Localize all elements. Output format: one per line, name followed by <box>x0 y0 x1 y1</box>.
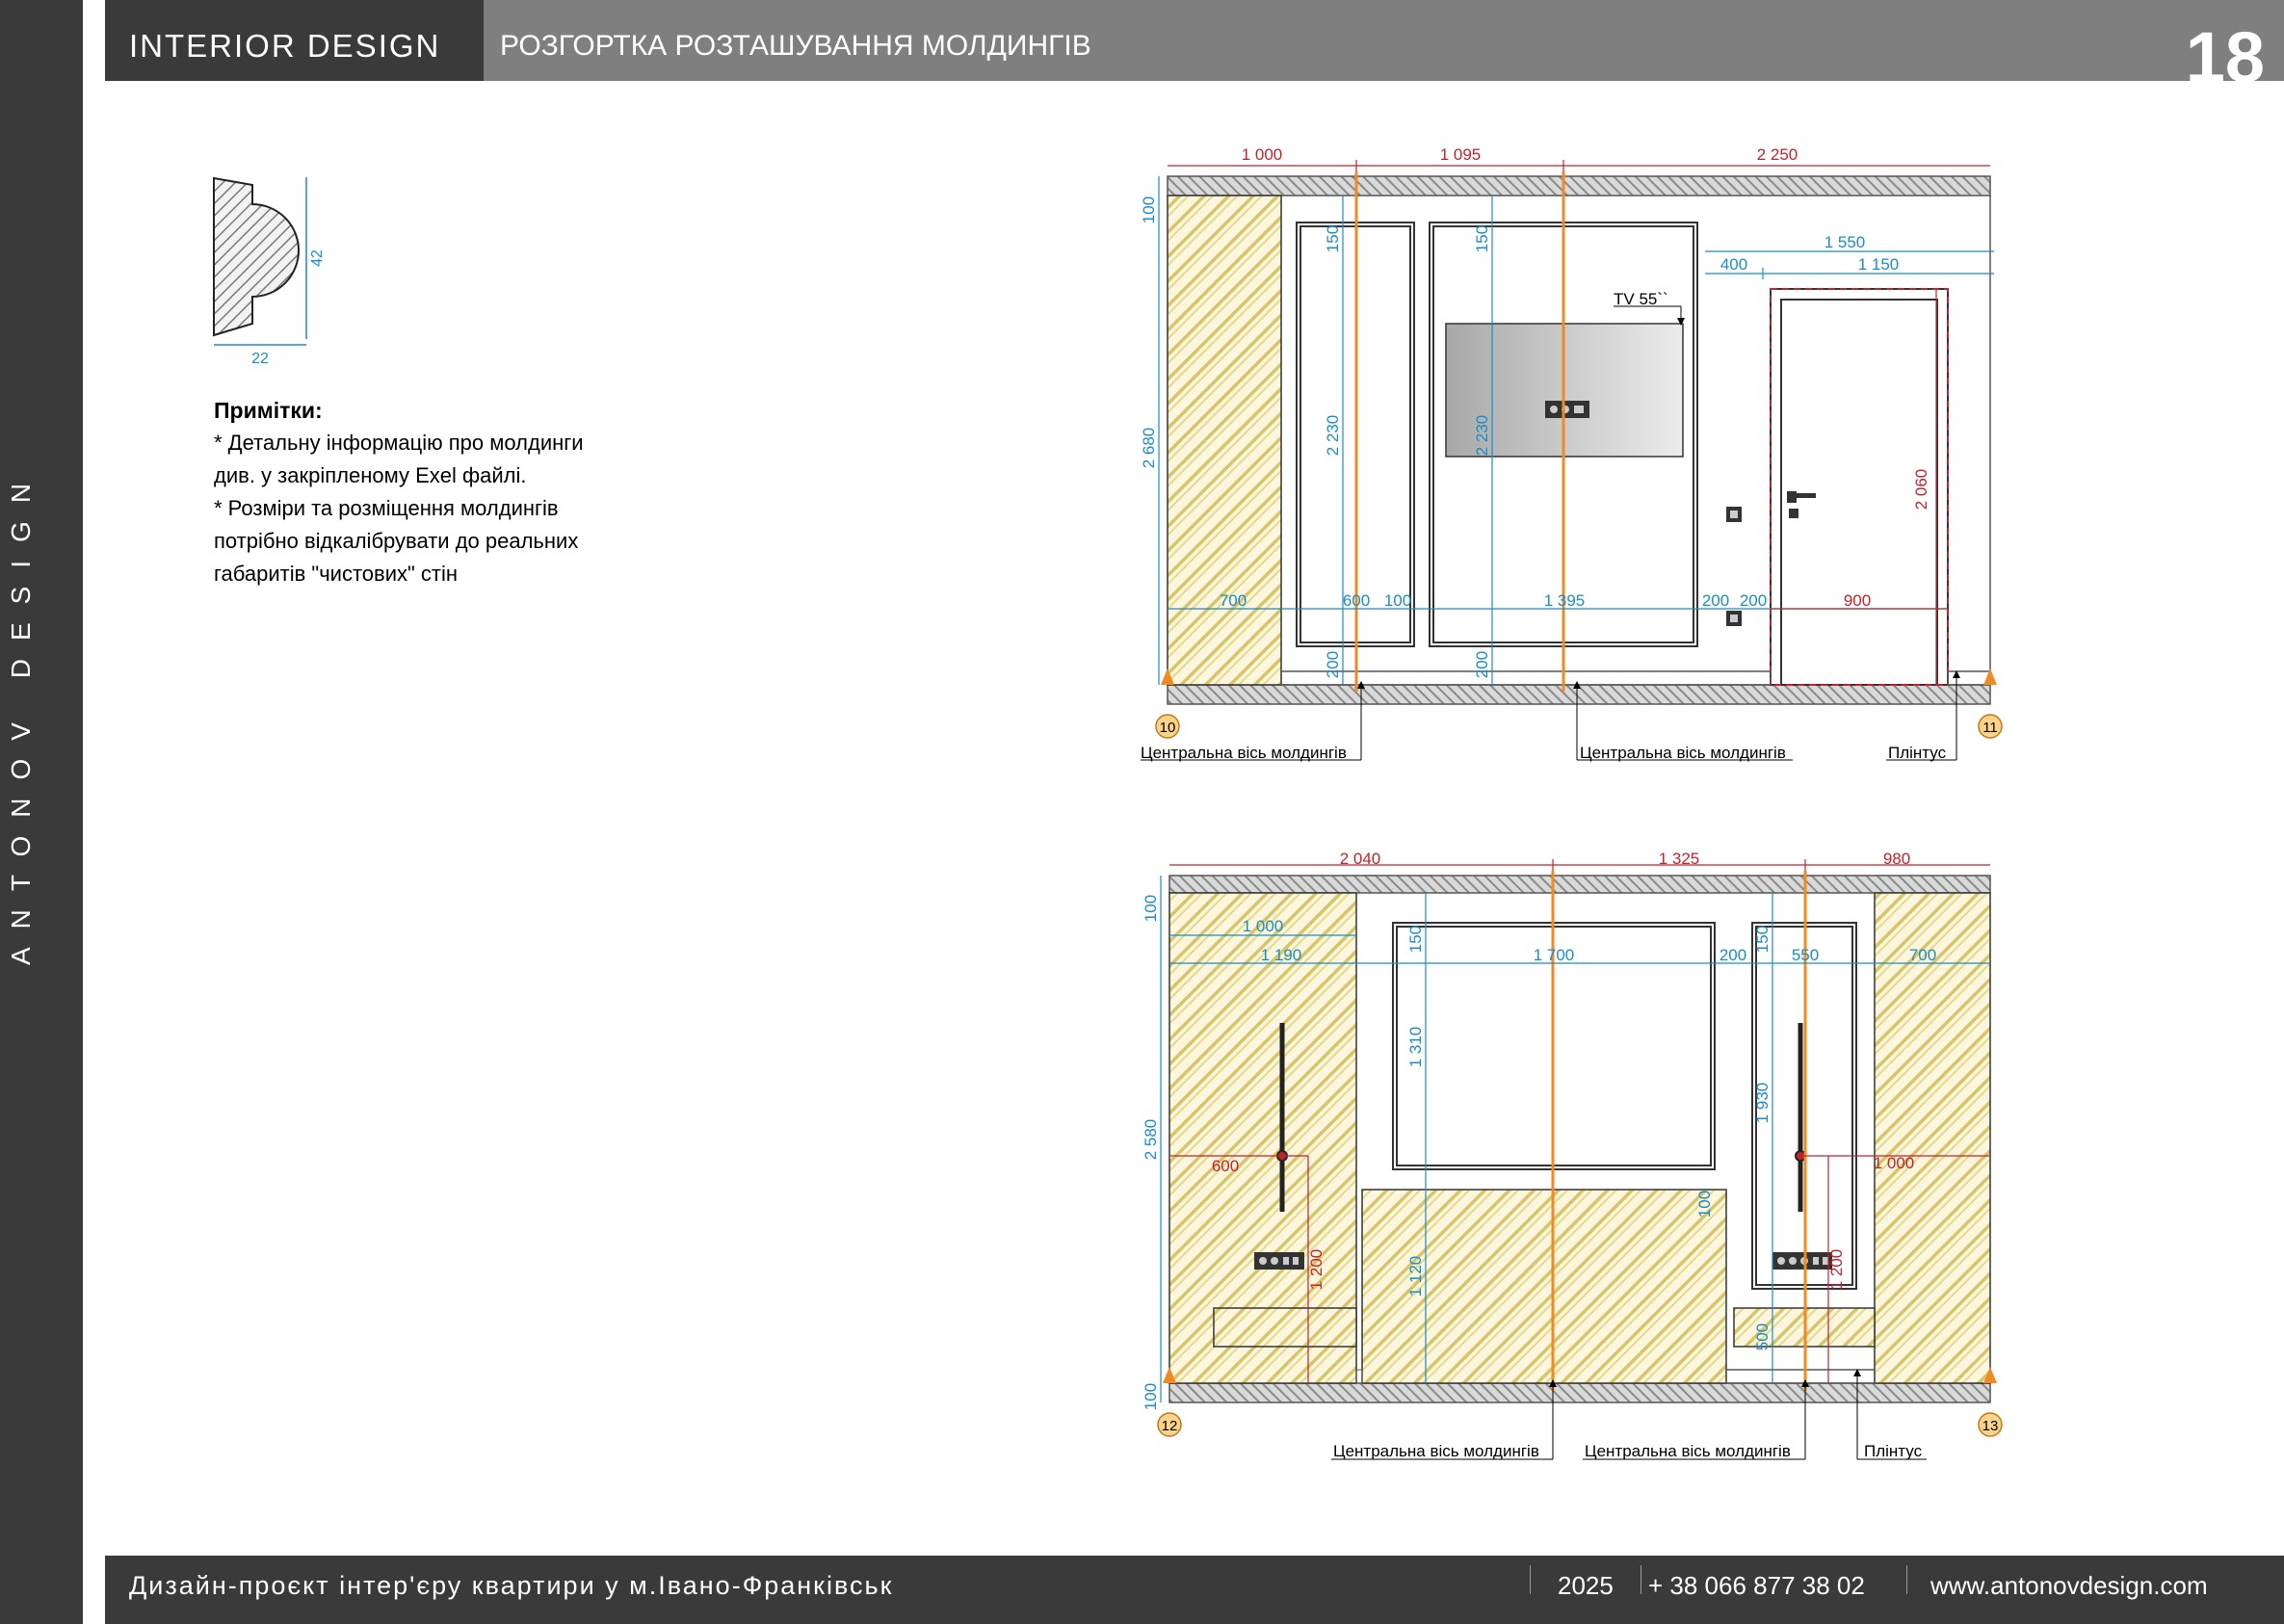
dim-label: 1 200 <box>1827 1249 1846 1291</box>
footer-phone: + 38 066 877 38 02 <box>1648 1571 1865 1600</box>
ceiling-slab <box>1167 175 1991 196</box>
dim-label: 200 <box>1324 651 1342 678</box>
dim-label: 700 <box>1909 946 1936 964</box>
callout-label: Центральна вісь молдингів <box>1141 744 1347 762</box>
molding-profile: 22 42 <box>213 176 326 367</box>
wall-panel-hatched <box>1874 892 1991 1384</box>
dim-label: 100 <box>1140 196 1158 223</box>
elevation-1: TV 55`` 1 000 1 095 2 250 100 2 680 150 <box>1140 145 2003 762</box>
dim-label: 1 000 <box>1242 145 1283 164</box>
dim-label: 100 <box>1142 895 1160 922</box>
dim-label: 2 250 <box>1757 145 1798 164</box>
footer-project: Дизайн-проєкт інтер'єру квартири у м.Іва… <box>129 1571 894 1600</box>
baseboard <box>1725 1369 1876 1384</box>
axis-marker-label: 11 <box>1982 720 1998 736</box>
dim-label: 1 120 <box>1406 1256 1425 1297</box>
dim-label: 2 060 <box>1912 469 1930 511</box>
footer-website[interactable]: www.antonovdesign.com <box>1930 1556 2208 1615</box>
dim-label: 2 040 <box>1340 850 1381 868</box>
dim-label: 1 190 <box>1261 946 1302 964</box>
footer-year: 2025 <box>1558 1571 1614 1600</box>
baseboard <box>1280 670 1772 686</box>
dim-label: 1 150 <box>1858 255 1900 274</box>
dim-label: 1 310 <box>1406 1027 1425 1068</box>
shelf <box>1213 1307 1357 1348</box>
dim-label: 150 <box>1753 926 1772 953</box>
dim-label: 1 000 <box>1874 1154 1915 1172</box>
floor-slab <box>1168 1382 1991 1403</box>
dim-label: 1 395 <box>1544 591 1586 610</box>
dim-label: 150 <box>1324 225 1342 252</box>
dim-label: 980 <box>1883 850 1910 868</box>
dim-label: 2 580 <box>1142 1119 1160 1161</box>
dim-label: 2 230 <box>1473 415 1491 457</box>
dim-label: 1 700 <box>1534 946 1575 964</box>
axis-marker-label: 13 <box>1982 1418 1999 1434</box>
callout-label: Центральна вісь молдингів <box>1585 1442 1791 1460</box>
dim-label: 2 680 <box>1140 428 1158 469</box>
drawing-canvas: 22 42 TV 55`` 1 000 1 095 2 250 100 2 68… <box>213 145 2003 1460</box>
dim-label: 600 <box>1343 591 1370 610</box>
dim-label: 550 <box>1792 946 1819 964</box>
dim-label: 100 <box>1384 591 1411 610</box>
floor-slab <box>1167 684 1991 705</box>
profile-width-label: 22 <box>251 351 269 367</box>
dim-label: 2 230 <box>1324 415 1342 457</box>
dim-label: 150 <box>1406 926 1425 953</box>
dim-label: 200 <box>1702 591 1729 610</box>
tv-label: TV 55`` <box>1614 290 1668 308</box>
footer-bar: Дизайн-проєкт інтер'єру квартири у м.Іва… <box>105 1556 2284 1624</box>
callout-label: Центральна вісь молдингів <box>1333 1442 1539 1460</box>
callout-label: Плінтус <box>1864 1442 1923 1460</box>
dim-label: 100 <box>1142 1383 1160 1410</box>
dim-label: 150 <box>1473 225 1491 252</box>
dim-label: 200 <box>1473 651 1491 678</box>
dim-label: 500 <box>1753 1323 1772 1350</box>
callout-label: Плінтус <box>1888 744 1947 762</box>
dim-label: 900 <box>1844 591 1871 610</box>
dim-label: 700 <box>1220 591 1247 610</box>
dim-label: 1 550 <box>1825 233 1866 251</box>
dim-label: 1 200 <box>1307 1249 1326 1291</box>
callout-label: Центральна вісь молдингів <box>1580 744 1786 762</box>
dim-label: 600 <box>1212 1157 1239 1175</box>
wall-panel-hatched <box>1167 195 1282 686</box>
dim-label: 200 <box>1720 946 1746 964</box>
dim-label: 400 <box>1720 255 1747 274</box>
axis-marker-label: 12 <box>1162 1418 1178 1434</box>
dim-label: 1 930 <box>1753 1083 1772 1124</box>
ceiling-slab <box>1168 875 1991 894</box>
axis-marker-label: 10 <box>1160 720 1176 736</box>
dim-label: 1 095 <box>1440 145 1482 164</box>
dim-label: 100 <box>1695 1191 1714 1218</box>
dim-label: 1 325 <box>1659 850 1700 868</box>
elevation-2: 2 040 1 325 980 100 2 580 100 1 000 1 19… <box>1142 850 2003 1460</box>
profile-height-label: 42 <box>309 249 326 267</box>
dim-label: 1 000 <box>1243 917 1284 935</box>
dim-label: 200 <box>1740 591 1767 610</box>
